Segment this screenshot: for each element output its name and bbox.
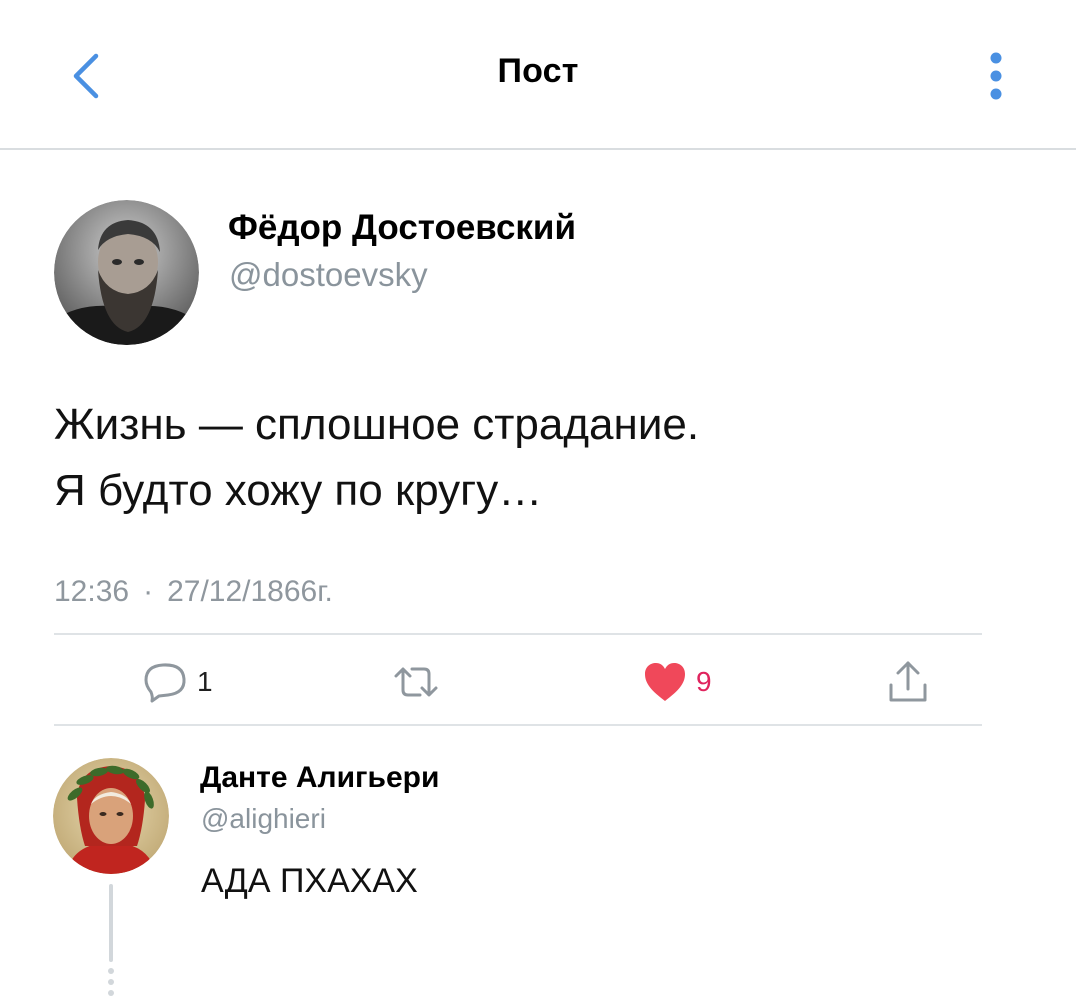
post-screen: Пост Фёдор Достоевский @dostoevsky Жизнь…: [0, 0, 1076, 1002]
tweet-text-line: Жизнь — сплошное страдание.: [54, 400, 700, 449]
meta-separator: ·: [143, 575, 154, 608]
author-display-name[interactable]: Фёдор Достоевский: [228, 208, 576, 248]
tweet-text: Жизнь — сплошное страдание. Я будто хожу…: [54, 392, 1034, 524]
share-button[interactable]: [886, 658, 930, 706]
top-bar: Пост: [0, 0, 1076, 150]
author-handle[interactable]: @dostoevsky: [229, 256, 428, 294]
share-icon: [889, 661, 927, 702]
thread-line: [109, 884, 113, 962]
tweet-date: 27/12/1866г.: [167, 575, 333, 608]
thread-dot: [108, 968, 114, 974]
divider: [54, 633, 982, 635]
like-count: 9: [696, 666, 712, 697]
reply-author-handle[interactable]: @alighieri: [201, 803, 326, 835]
reply-bubble-icon: [144, 663, 186, 703]
vertical-dots-icon: [990, 52, 1002, 100]
thread-dot: [108, 979, 114, 985]
thread-dot: [108, 990, 114, 996]
reply-text: АДА ПХАХАХ: [201, 862, 418, 900]
reply-author-avatar[interactable]: [53, 758, 169, 874]
like-button[interactable]: 9: [642, 658, 712, 706]
author-avatar[interactable]: [54, 200, 199, 345]
thread-continuation-dots: [108, 968, 114, 1002]
divider: [54, 724, 982, 726]
tweet-text-line: Я будто хожу по кругу…: [54, 466, 543, 515]
heart-icon: [645, 663, 685, 701]
reply-author-display-name[interactable]: Данте Алигьери: [200, 761, 439, 795]
retweet-button[interactable]: [392, 658, 440, 706]
reply-button[interactable]: 1: [143, 658, 213, 706]
tweet-timestamp: 12:36 · 27/12/1866г.: [54, 575, 333, 609]
page-title: Пост: [497, 52, 579, 90]
reply-count: 1: [197, 666, 213, 697]
more-options-button[interactable]: [976, 50, 1016, 104]
retweet-icon: [394, 667, 438, 697]
tweet-time: 12:36: [54, 575, 130, 608]
